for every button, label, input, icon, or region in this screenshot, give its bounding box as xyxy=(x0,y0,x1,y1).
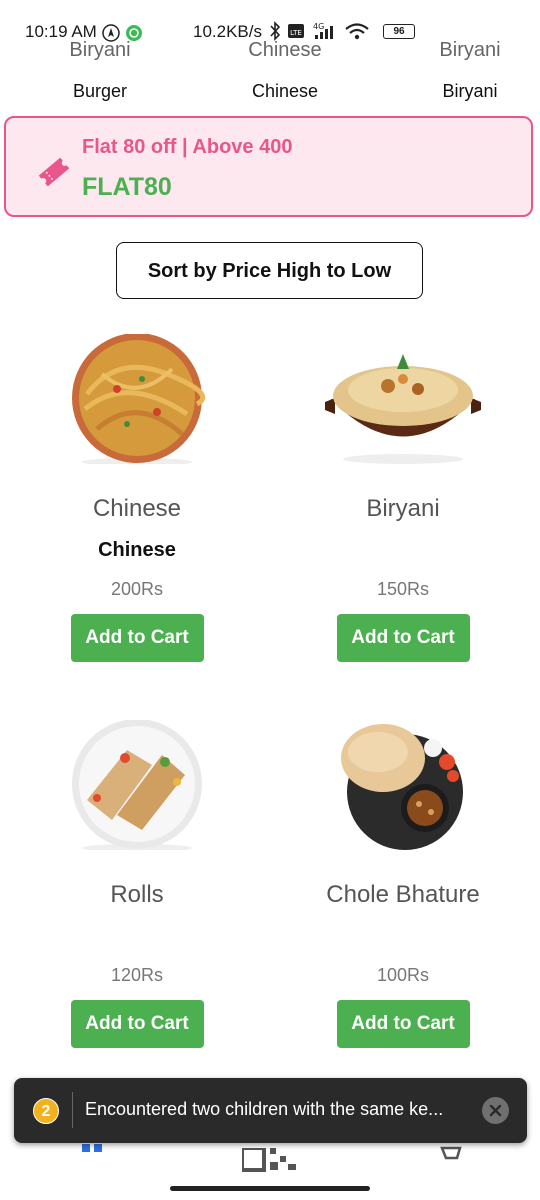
coupon-code: FLAT80 xyxy=(82,173,172,201)
category-image-alt: Biryani xyxy=(69,39,131,61)
add-to-cart-button[interactable]: Add to Cart xyxy=(70,1000,204,1048)
chole-bhature-image xyxy=(341,724,463,850)
category-item[interactable]: Chinese Chinese xyxy=(210,35,360,102)
close-icon xyxy=(489,1104,502,1117)
rolls-image xyxy=(72,719,202,852)
product-card: Chole Bhature 100Rs Add to Cart xyxy=(278,720,528,1048)
home-indicator[interactable] xyxy=(170,1186,370,1191)
ticket-icon xyxy=(38,157,70,187)
product-name: Chinese xyxy=(98,539,176,561)
toast-divider xyxy=(72,1092,73,1128)
product-price: 150Rs xyxy=(376,579,430,599)
category-item[interactable]: Biryani Burger xyxy=(25,35,175,102)
category-row[interactable]: Biryani Burger Chinese Chinese Biryani B… xyxy=(0,35,540,110)
toast-close-button[interactable] xyxy=(482,1097,509,1124)
product-image-alt: Chinese xyxy=(92,495,182,522)
biryani-image xyxy=(325,354,481,464)
sort-price-button[interactable]: Sort by Price High to Low xyxy=(116,242,423,299)
qr-code-icon[interactable] xyxy=(242,1148,298,1174)
product-name xyxy=(278,539,528,567)
product-name xyxy=(278,925,528,953)
home-icon[interactable] xyxy=(80,1144,104,1164)
product-price: 120Rs xyxy=(110,965,164,985)
toast-count-badge: 2 xyxy=(33,1098,59,1124)
coupon-offer-text: Flat 80 off | Above 400 xyxy=(82,136,293,158)
category-label: Chinese xyxy=(251,81,319,101)
product-price: 200Rs xyxy=(110,579,164,599)
svg-text:4G: 4G xyxy=(313,22,324,31)
product-name xyxy=(12,925,262,953)
error-toast[interactable]: 2 Encountered two children with the same… xyxy=(14,1078,527,1143)
add-to-cart-button[interactable]: Add to Cart xyxy=(70,614,204,662)
product-card: Chinese Chinese 200Rs Add to Cart xyxy=(12,333,262,662)
toast-message: Encountered two children with the same k… xyxy=(85,1099,444,1119)
product-price: 100Rs xyxy=(376,965,430,985)
product-card: Biryani 150Rs Add to Cart xyxy=(278,334,528,662)
product-image-alt: Biryani xyxy=(366,495,440,522)
coupon-card[interactable]: Flat 80 off | Above 400 FLAT80 xyxy=(4,116,533,217)
product-card: Rolls 120Rs Add to Cart xyxy=(12,719,262,1048)
product-image-alt: Rolls xyxy=(110,881,164,908)
status-bar: 10:19 AM 10.2KB/s LTE 4G 96 xyxy=(0,0,540,42)
category-item[interactable]: Biryani Biryani xyxy=(395,35,540,102)
product-image-alt: Chole Bhature xyxy=(326,881,480,908)
chinese-noodles-image xyxy=(72,333,206,466)
cart-icon[interactable] xyxy=(440,1144,464,1164)
add-to-cart-button[interactable]: Add to Cart xyxy=(336,1000,470,1048)
category-label: Biryani xyxy=(442,81,498,101)
add-to-cart-button[interactable]: Add to Cart xyxy=(336,614,470,662)
category-image-alt: Biryani xyxy=(439,39,501,61)
category-image-alt: Chinese xyxy=(248,39,322,61)
category-label: Burger xyxy=(72,81,128,101)
